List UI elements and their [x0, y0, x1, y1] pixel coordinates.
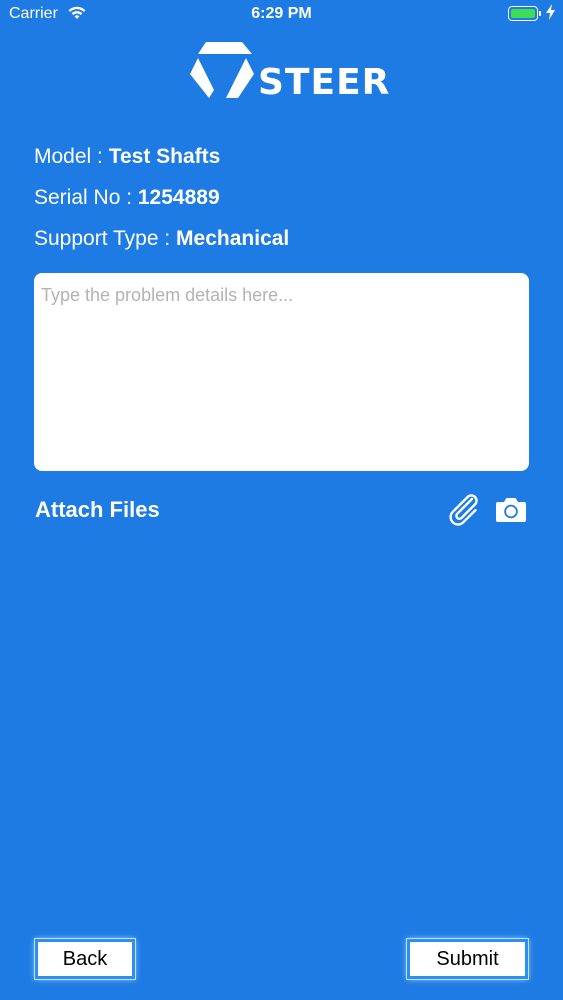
- model-value: Test Shafts: [108, 145, 221, 168]
- support-type-label: Support Type :: [34, 227, 177, 250]
- support-type-row: Support Type : Mechanical: [34, 227, 289, 251]
- battery-icon: [508, 6, 538, 21]
- serial-row: Serial No : 1254889: [34, 186, 220, 210]
- charging-icon: [546, 4, 555, 20]
- model-label: Model :: [34, 145, 109, 168]
- attach-files-label: Attach Files: [35, 497, 160, 522]
- battery-tip: [539, 11, 541, 16]
- back-button[interactable]: Back: [35, 939, 135, 979]
- camera-icon[interactable]: [495, 495, 527, 523]
- clock: 6:29 PM: [251, 5, 312, 22]
- problem-details-input[interactable]: [34, 273, 529, 471]
- serial-value: 1254889: [137, 186, 220, 209]
- support-type-value: Mechanical: [176, 227, 290, 250]
- logo-text: STEER: [258, 62, 391, 103]
- paperclip-icon[interactable]: [447, 494, 481, 526]
- model-row: Model : Test Shafts: [34, 145, 220, 169]
- serial-label: Serial No :: [34, 186, 138, 209]
- submit-button[interactable]: Submit: [407, 939, 528, 979]
- status-bar: Carrier 6:29 PM: [0, 0, 563, 30]
